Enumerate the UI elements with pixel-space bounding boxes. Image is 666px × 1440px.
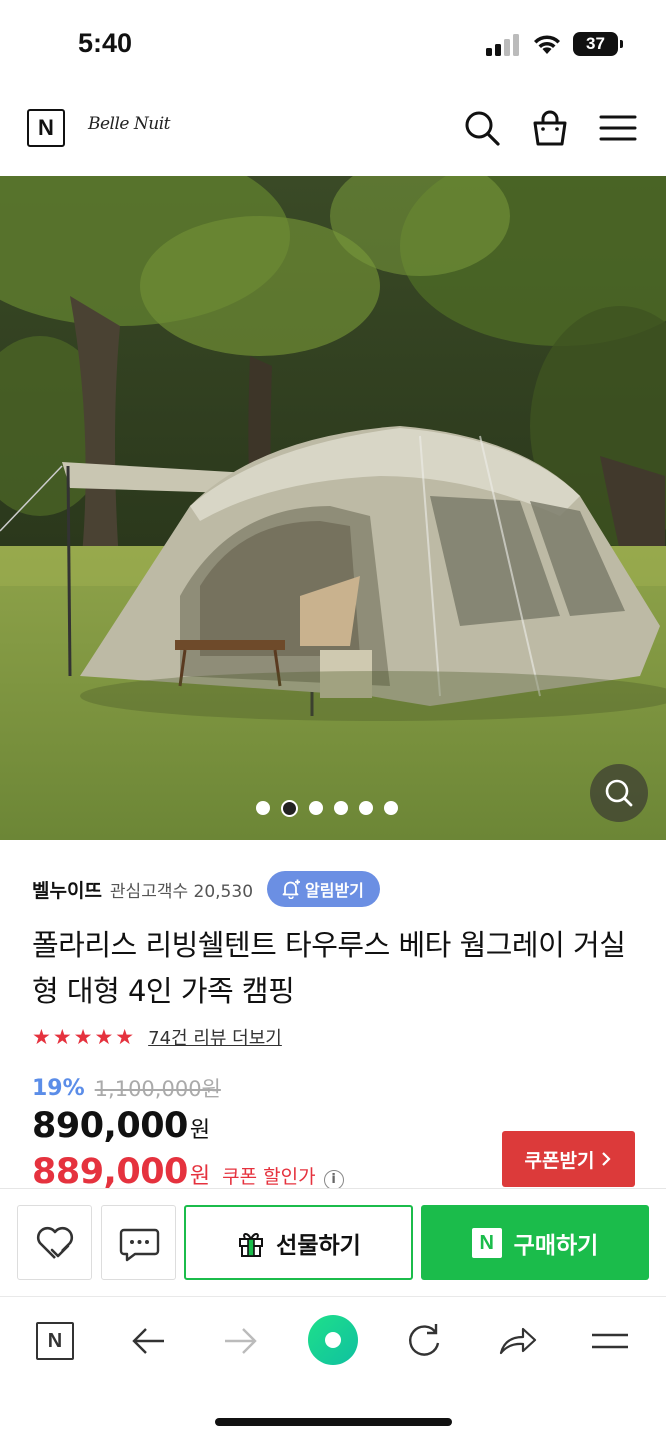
- forward-arrow-icon[interactable]: [219, 1319, 263, 1363]
- share-icon[interactable]: [495, 1319, 539, 1363]
- coupon-price: 889,000: [32, 1152, 188, 1192]
- reload-icon[interactable]: [402, 1319, 446, 1363]
- product-title: 폴라리스 리빙쉘텐트 타우루스 베타 웜그레이 거실형 대형 4인 가족 캠핑: [32, 928, 626, 1008]
- naver-pay-badge: N: [471, 1227, 502, 1258]
- gift-box-icon: [239, 1232, 264, 1257]
- store-header: N Belle Nuit: [0, 88, 666, 176]
- rating-row: ★★★★★ 74건 리뷰 더보기: [32, 1022, 282, 1052]
- naver-logo[interactable]: N: [27, 109, 65, 147]
- purchase-action-bar: 선물하기 N 구매하기: [0, 1188, 666, 1296]
- price-row: 890,000 원: [32, 1106, 210, 1150]
- chat-bubble-icon: [119, 1228, 160, 1262]
- green-dot-icon[interactable]: [306, 1313, 360, 1367]
- coupon-button-label: 쿠폰받기: [524, 1149, 595, 1172]
- gift-button-label: 선물하기: [276, 1232, 361, 1259]
- coupon-discount-label: 쿠폰 할인가: [222, 1166, 316, 1188]
- menu-icon[interactable]: [598, 108, 638, 148]
- gallery-dot-active[interactable]: [281, 799, 298, 817]
- chevron-right-icon: [602, 1152, 612, 1166]
- discount-row: 19% 1,100,000원: [32, 1072, 221, 1104]
- bell-plus-icon: [282, 879, 301, 899]
- search-icon[interactable]: [462, 108, 502, 148]
- battery-icon: 37: [573, 32, 623, 56]
- tent-product-photo: [0, 176, 666, 840]
- original-price: 1,100,000원: [94, 1077, 221, 1101]
- magnifier-icon: [605, 779, 633, 807]
- naver-home-icon[interactable]: N: [33, 1319, 77, 1363]
- status-bar: 5:40 37: [0, 0, 666, 88]
- wishlist-button[interactable]: [17, 1205, 92, 1280]
- info-icon[interactable]: i: [323, 1170, 344, 1190]
- coupon-price-row: 889,000 원 쿠폰 할인가 i: [32, 1152, 344, 1192]
- gallery-dot[interactable]: [309, 801, 323, 815]
- shopping-bag-icon[interactable]: [530, 108, 570, 148]
- get-coupon-button[interactable]: 쿠폰받기: [502, 1131, 635, 1187]
- gallery-pagination: [256, 799, 398, 817]
- menu-icon[interactable]: [588, 1319, 632, 1363]
- sale-price: 890,000: [32, 1106, 188, 1146]
- status-time: 5:40: [78, 28, 133, 58]
- coupon-price-unit: 원: [189, 1164, 211, 1189]
- store-info-row: 벨누이뜨 관심고객수 20,530 알림받기: [32, 870, 380, 908]
- gallery-dot[interactable]: [334, 801, 348, 815]
- image-zoom-button[interactable]: [590, 764, 648, 822]
- back-arrow-icon[interactable]: [126, 1319, 170, 1363]
- cellular-signal-icon: [486, 34, 519, 56]
- gallery-dot[interactable]: [384, 801, 398, 815]
- discount-rate: 19%: [32, 1075, 85, 1101]
- brand-logo[interactable]: Belle Nuit: [88, 114, 170, 134]
- store-followers: 관심고객수 20,530: [109, 881, 254, 902]
- chat-button[interactable]: [101, 1205, 176, 1280]
- gallery-dot[interactable]: [256, 801, 270, 815]
- buy-button-label: 구매하기: [513, 1232, 599, 1259]
- heart-check-icon: [36, 1226, 74, 1259]
- star-rating-icon: ★★★★★: [32, 1025, 137, 1049]
- naver-home-badge: N: [36, 1322, 74, 1360]
- home-indicator: [215, 1418, 452, 1426]
- alarm-subscribe-button[interactable]: 알림받기: [267, 871, 380, 907]
- store-name[interactable]: 벨누이뜨: [32, 876, 102, 903]
- buy-button[interactable]: N 구매하기: [421, 1205, 649, 1280]
- price-unit: 원: [189, 1118, 211, 1143]
- gift-button[interactable]: 선물하기: [184, 1205, 413, 1280]
- review-link[interactable]: 74건 리뷰 더보기: [148, 1024, 282, 1050]
- alarm-button-label: 알림받기: [305, 881, 364, 900]
- product-image-gallery[interactable]: [0, 176, 666, 840]
- gallery-dot[interactable]: [359, 801, 373, 815]
- battery-level: 37: [573, 32, 618, 56]
- wifi-icon: [534, 35, 560, 54]
